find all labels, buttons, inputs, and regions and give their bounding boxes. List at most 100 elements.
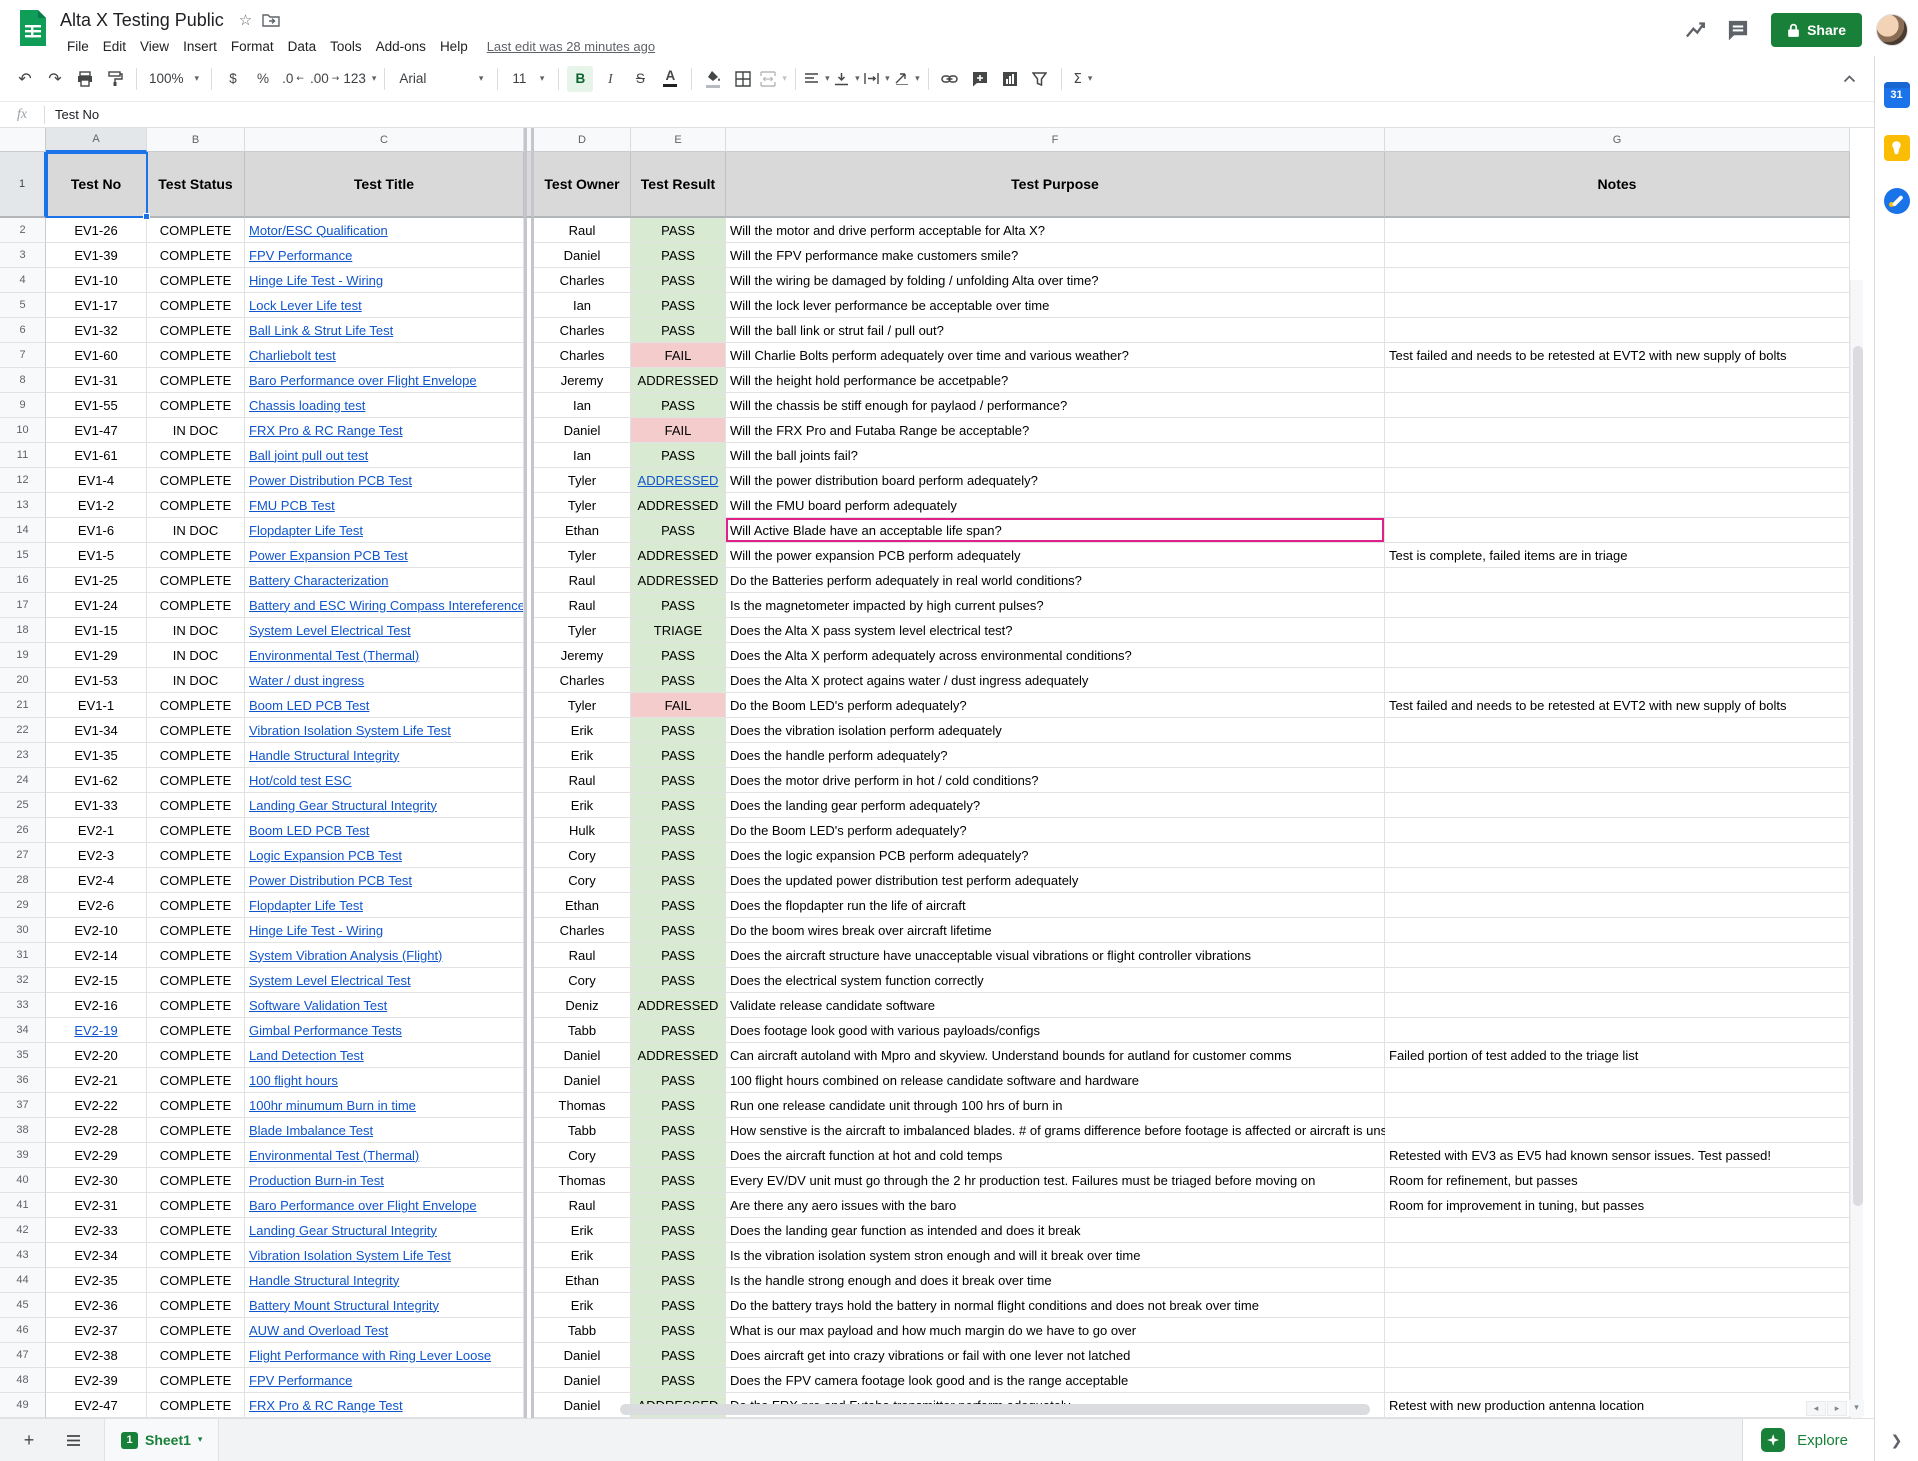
cell-test-result[interactable]: PASS (631, 443, 726, 468)
cell-test-result[interactable]: PASS (631, 968, 726, 993)
cell-test-status[interactable]: COMPLETE (147, 1043, 245, 1068)
text-color-button[interactable]: A (657, 66, 683, 92)
cell-test-no[interactable]: EV1-35 (46, 743, 147, 768)
cell-test-no[interactable]: EV1-33 (46, 793, 147, 818)
column-header-F[interactable]: F (726, 128, 1385, 152)
cell-test-result[interactable]: PASS (631, 793, 726, 818)
cell-test-status[interactable]: COMPLETE (147, 1343, 245, 1368)
cell-test-no[interactable]: EV2-28 (46, 1118, 147, 1143)
cell-test-title[interactable]: Environmental Test (Thermal) (245, 1143, 524, 1168)
test-title-link[interactable]: Charliebolt test (249, 348, 336, 363)
test-title-link[interactable]: Water / dust ingress (249, 673, 364, 688)
cell-test-owner[interactable]: Tabb (534, 1318, 631, 1343)
test-title-link[interactable]: Lock Lever Life test (249, 298, 362, 313)
cell-test-purpose[interactable]: Is the magnetometer impacted by high cur… (726, 593, 1385, 618)
cell-test-no[interactable]: EV2-22 (46, 1093, 147, 1118)
cell-notes[interactable] (1385, 793, 1850, 818)
cell-test-result[interactable]: PASS (631, 868, 726, 893)
cell-test-result[interactable]: PASS (631, 718, 726, 743)
functions-button[interactable]: Σ▾ (1070, 66, 1096, 92)
row-number[interactable]: 3 (0, 243, 46, 268)
cell-test-no[interactable]: EV1-61 (46, 443, 147, 468)
cell-test-purpose[interactable]: How senstive is the aircraft to imbalanc… (726, 1118, 1385, 1143)
cell-test-title[interactable]: Charliebolt test (245, 343, 524, 368)
cell-test-status[interactable]: COMPLETE (147, 318, 245, 343)
cell-test-no[interactable]: EV1-26 (46, 218, 147, 243)
cell-test-owner[interactable]: Cory (534, 868, 631, 893)
share-button[interactable]: Share (1771, 13, 1862, 47)
row-number[interactable]: 41 (0, 1193, 46, 1218)
cell-test-title[interactable]: Land Detection Test (245, 1043, 524, 1068)
cell-notes[interactable] (1385, 1218, 1850, 1243)
menu-data[interactable]: Data (281, 37, 324, 56)
insert-chart-button[interactable] (997, 66, 1023, 92)
cell-test-no[interactable]: EV2-39 (46, 1368, 147, 1393)
add-sheet-button[interactable]: + (14, 1425, 44, 1455)
cell-notes[interactable] (1385, 318, 1850, 343)
cell-test-purpose[interactable]: Will the FRX Pro and Futaba Range be acc… (726, 418, 1385, 443)
cell-test-title[interactable]: Flopdapter Life Test (245, 518, 524, 543)
cell-test-purpose[interactable]: Is the vibration isolation system stron … (726, 1243, 1385, 1268)
cell-test-title[interactable]: 100hr minumum Burn in time (245, 1093, 524, 1118)
borders-button[interactable] (730, 66, 756, 92)
menu-tools[interactable]: Tools (323, 37, 369, 56)
cell-test-no[interactable]: EV1-17 (46, 293, 147, 318)
cell-test-status[interactable]: COMPLETE (147, 1368, 245, 1393)
row-number[interactable]: 32 (0, 968, 46, 993)
cell-test-status[interactable]: COMPLETE (147, 968, 245, 993)
cell-test-title[interactable]: FPV Performance (245, 243, 524, 268)
cell-test-status[interactable]: COMPLETE (147, 768, 245, 793)
test-title-link[interactable]: Ball joint pull out test (249, 448, 368, 463)
cell-test-purpose[interactable]: Does the FPV camera footage look good an… (726, 1368, 1385, 1393)
cell-test-status[interactable]: COMPLETE (147, 218, 245, 243)
cell-test-purpose[interactable]: Will Charlie Bolts perform adequately ov… (726, 343, 1385, 368)
cell-test-status[interactable]: COMPLETE (147, 1293, 245, 1318)
cell-test-no[interactable]: EV2-31 (46, 1193, 147, 1218)
cell-notes[interactable] (1385, 368, 1850, 393)
row-number[interactable]: 48 (0, 1368, 46, 1393)
cell-test-status[interactable]: COMPLETE (147, 493, 245, 518)
keep-icon[interactable] (1884, 135, 1910, 161)
cell-test-owner[interactable]: Raul (534, 1193, 631, 1218)
cell-test-status[interactable]: COMPLETE (147, 293, 245, 318)
cell-test-title[interactable]: Battery and ESC Wiring Compass Interefer… (245, 593, 524, 618)
menu-add-ons[interactable]: Add-ons (369, 37, 433, 56)
test-title-link[interactable]: FPV Performance (249, 1373, 352, 1388)
cell-notes[interactable] (1385, 668, 1850, 693)
row-number[interactable]: 33 (0, 993, 46, 1018)
cell-test-no[interactable]: EV2-15 (46, 968, 147, 993)
cell-test-result[interactable]: PASS (631, 918, 726, 943)
cell-test-result[interactable]: TRIAGE (631, 618, 726, 643)
cell-test-status[interactable]: COMPLETE (147, 1093, 245, 1118)
cell-test-no[interactable]: EV1-39 (46, 243, 147, 268)
cell-test-result[interactable]: PASS (631, 843, 726, 868)
cell-test-status[interactable]: COMPLETE (147, 693, 245, 718)
row-number[interactable]: 47 (0, 1343, 46, 1368)
cell-test-no[interactable]: EV1-5 (46, 543, 147, 568)
cell-test-purpose[interactable]: Every EV/DV unit must go through the 2 h… (726, 1168, 1385, 1193)
row-number[interactable]: 13 (0, 493, 46, 518)
activity-icon[interactable] (1683, 17, 1709, 43)
cell-test-purpose[interactable]: Does the updated power distribution test… (726, 868, 1385, 893)
cell-test-status[interactable]: COMPLETE (147, 893, 245, 918)
cell-test-purpose[interactable]: Does the landing gear function as intend… (726, 1218, 1385, 1243)
cell-test-status[interactable]: COMPLETE (147, 243, 245, 268)
row-number[interactable]: 36 (0, 1068, 46, 1093)
row-number[interactable]: 18 (0, 618, 46, 643)
cell-test-result[interactable]: PASS (631, 1243, 726, 1268)
cell-test-owner[interactable]: Thomas (534, 1168, 631, 1193)
row-number[interactable]: 24 (0, 768, 46, 793)
column-header-D[interactable]: D (534, 128, 631, 152)
cell-test-purpose[interactable]: Do the Boom LED's perform adequately? (726, 818, 1385, 843)
cell-test-result[interactable]: ADDRESSED (631, 468, 726, 493)
test-title-link[interactable]: FMU PCB Test (249, 498, 335, 513)
row-number[interactable]: 15 (0, 543, 46, 568)
test-title-link[interactable]: System Level Electrical Test (249, 973, 411, 988)
cell-test-result[interactable]: PASS (631, 643, 726, 668)
test-title-link[interactable]: Battery Characterization (249, 573, 388, 588)
test-title-link[interactable]: Boom LED PCB Test (249, 823, 369, 838)
row-number[interactable]: 49 (0, 1393, 46, 1418)
test-title-link[interactable]: Gimbal Performance Tests (249, 1023, 402, 1038)
test-title-link[interactable]: Landing Gear Structural Integrity (249, 798, 437, 813)
cell-test-result[interactable]: PASS (631, 1143, 726, 1168)
